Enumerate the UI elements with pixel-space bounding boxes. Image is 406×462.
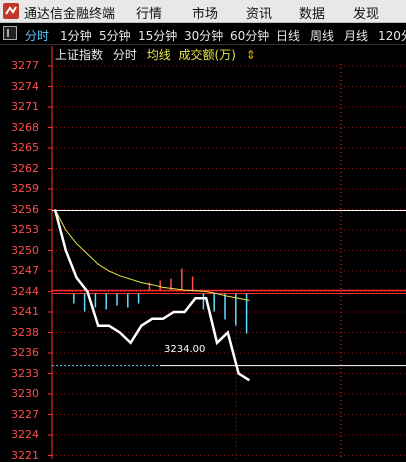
y-tick-label: 3241 xyxy=(11,305,39,318)
y-tick-label: 3265 xyxy=(11,141,39,154)
y-tick-label: 3244 xyxy=(11,284,39,298)
y-tick-label: 3247 xyxy=(11,264,39,277)
y-tick-label: 3250 xyxy=(11,243,39,257)
price-annotation: 3234.00 xyxy=(164,344,206,355)
y-tick-label: 3233 xyxy=(11,366,39,380)
y-tick-label: 3253 xyxy=(11,223,39,236)
y-tick-label: 3259 xyxy=(11,182,39,195)
intraday-chart xyxy=(48,46,406,459)
y-tick-label: 3262 xyxy=(11,161,39,175)
y-tick-label: 3277 xyxy=(11,59,39,72)
y-tick-label: 3256 xyxy=(11,202,39,216)
y-tick-label: 3224 xyxy=(11,428,39,441)
y-tick-label: 3236 xyxy=(11,346,39,359)
y-tick-label: 3230 xyxy=(11,387,39,400)
y-tick-label: 3238 xyxy=(11,325,39,339)
y-tick-label: 3221 xyxy=(11,448,39,462)
y-tick-label: 3271 xyxy=(11,100,39,113)
y-tick-label: 3227 xyxy=(11,407,39,421)
y-tick-label: 3274 xyxy=(11,79,39,93)
y-tick-label: 3268 xyxy=(11,120,39,134)
